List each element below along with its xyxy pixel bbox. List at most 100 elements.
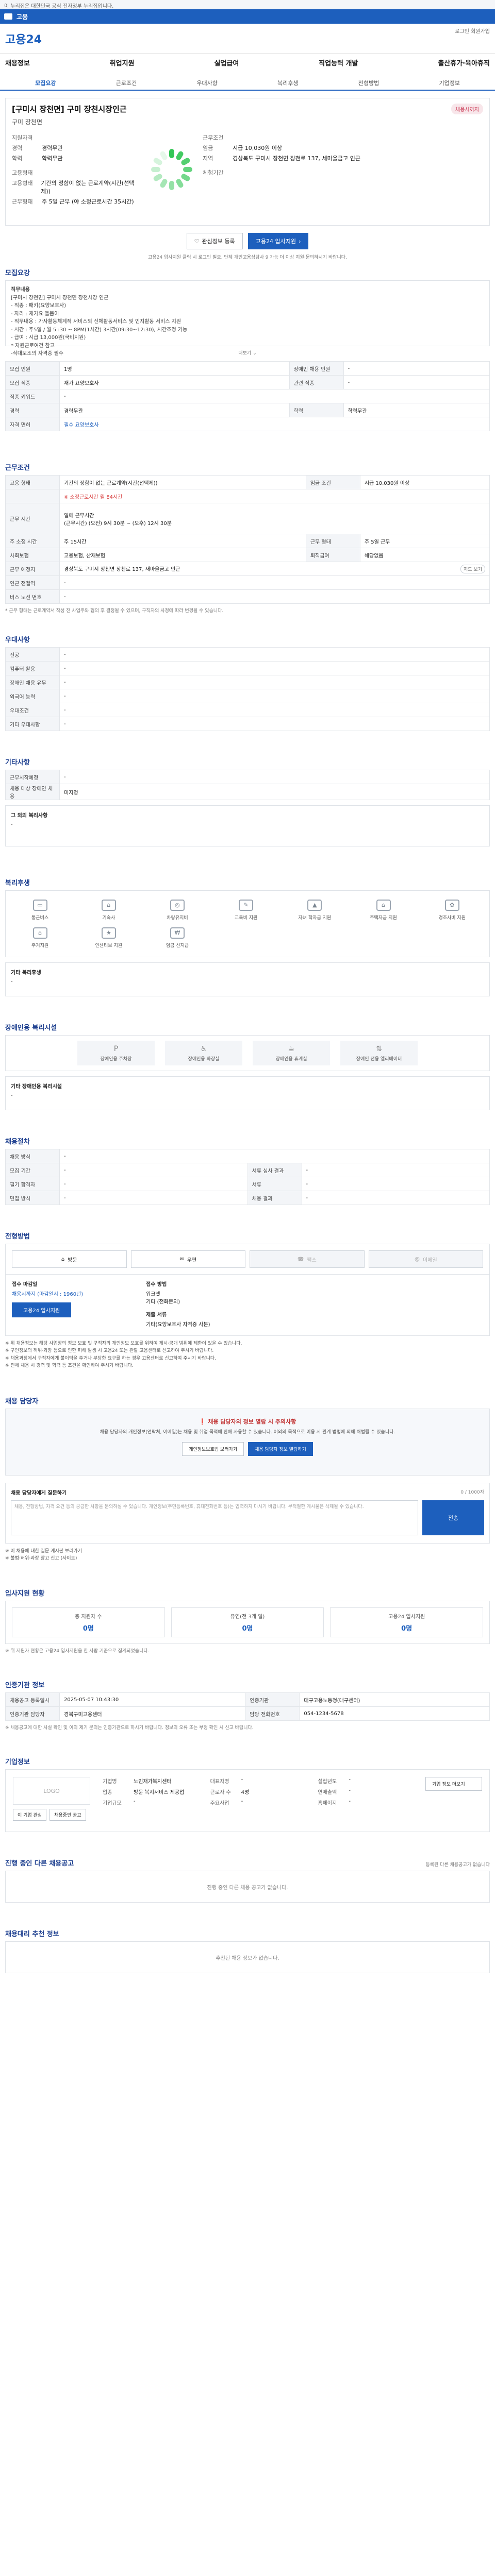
cell-key: 컴퓨터 활용: [5, 661, 60, 675]
info-value: -: [349, 1777, 351, 1783]
desc-line: * 자원근로여건 참고: [11, 343, 55, 349]
tab-corp[interactable]: 기업정보: [409, 77, 490, 90]
job-summary-card: [구미시 장천면] 구미 장천시장인근 채용시까지 구미 장천면 지원자격 경력…: [5, 98, 490, 226]
site-logo[interactable]: 고용24: [5, 30, 42, 47]
deadline-value: 채용시까지 (마감일시 : 1960년): [12, 1292, 84, 1297]
cell-key: 채용공고 등록일시: [5, 1692, 60, 1707]
home-icon: ⌂: [376, 899, 391, 911]
elevator-icon: ⇅: [376, 1044, 382, 1053]
benefit-item: ✎ 교육비 지원: [212, 896, 280, 924]
view-contact-button[interactable]: 채용 담당자 정보 열람하기: [248, 1442, 313, 1456]
section-title: 전형방법: [5, 1233, 30, 1241]
tab-benefit[interactable]: 복리후생: [248, 77, 328, 90]
map-button[interactable]: 지도 보기: [460, 564, 485, 573]
cell-key: 외국어 능력: [5, 689, 60, 703]
benefit-list: ▭ 통근버스 ⌂ 기숙사 ◎ 차량유지비 ✎ 교육비 지원 ▲ 자녀 학자금 지원 ⌂ 주택…: [5, 890, 490, 957]
work-note: * 근무 형태는 근로계약서 작성 전 사업주와 협의 후 결정될 수 있으며,…: [5, 608, 224, 614]
agency-table: 채용공고 등록일시 2025-05-07 10:43:30 인증기관 대구고용노동청(…: [5, 1692, 490, 1721]
cell-value: -: [59, 770, 490, 784]
fax-icon: ☎: [297, 1256, 304, 1262]
info-value: -: [349, 1788, 351, 1794]
stat-value: 0명: [82, 1625, 94, 1633]
info-key: 대표자명: [210, 1779, 229, 1785]
lounge-icon: ☕: [288, 1044, 295, 1053]
stat-label: 유연(전 3개 일): [230, 1614, 265, 1620]
auth-links[interactable]: 로그인 회원가입: [455, 27, 490, 35]
cell-value: -: [59, 1149, 490, 1163]
benefit-label: 차량유지비: [167, 915, 188, 921]
disabled-other-box: 기타 장애인용 복리시설 -: [5, 1076, 490, 1110]
parking-icon: P: [113, 1044, 119, 1053]
menu-item[interactable]: 직업능력 개발: [319, 58, 358, 77]
company-name: 구미 장천면: [12, 118, 43, 126]
apply-online-button[interactable]: 고용24 입사지원: [12, 1302, 72, 1317]
section-title: 채용대리 추천 정보: [5, 1930, 59, 1939]
benefit-label: 통근버스: [31, 915, 49, 921]
section-title: 인증기관 정보: [5, 1682, 45, 1690]
benefit-item: ▭ 통근버스: [6, 896, 74, 924]
incentive-icon: ★: [101, 927, 116, 939]
tab-method[interactable]: 전형방법: [328, 77, 409, 90]
char-count: 0 / 1000자: [460, 1489, 484, 1495]
note-line[interactable]: ※ 이 채용에 대한 질문 게시판 보러가기: [5, 1548, 490, 1555]
box-label: 기타 장애인용 복리시설: [11, 1084, 62, 1090]
info-key: 기업규모: [103, 1801, 122, 1807]
deadline-badge: 채용시까지: [451, 104, 483, 114]
scrap-button[interactable]: ♡ 관심정보 등록: [186, 233, 243, 249]
kv-value: 시급 10,030원 이상: [233, 145, 283, 151]
cell-value: 해당없음: [359, 548, 490, 562]
send-button[interactable]: 전송: [422, 1500, 484, 1535]
bus-icon: ▭: [32, 899, 47, 911]
cell-key: 모집 직종: [5, 375, 60, 389]
facility-item: ⇅ 장애인 전용 엘리베이터: [340, 1041, 418, 1065]
company-jobs-button[interactable]: 채용중인 공고: [50, 1809, 86, 1821]
cell-key: 장애인 채용 인원: [289, 361, 344, 376]
menu-item[interactable]: 채용정보: [5, 58, 30, 77]
stat-item: 고용24 입사지원 0명: [330, 1607, 484, 1638]
cell-value: -: [59, 661, 490, 675]
cell-key: 모집 인원: [5, 361, 60, 376]
job-qualification: 지원자격 경력 경력무관 학력 학력무관 고용형태 고용형태 기간의 정함이 없는 근…: [12, 131, 141, 208]
method-label: 방문: [68, 1257, 77, 1263]
benefit-label: 임금 선지급: [166, 943, 189, 948]
apply-label: 고용24 입사지원: [255, 238, 296, 245]
menu-item[interactable]: 출산휴가·육아휴직: [438, 58, 490, 77]
tab-recruit[interactable]: 모집요강: [5, 77, 86, 90]
favorite-company-button[interactable]: 이 기업 관심: [13, 1809, 47, 1821]
company-more-button[interactable]: 기업 정보 더보기: [425, 1777, 483, 1791]
etc-table: 근무시작예정 - 채용 대상 장애인 채용 미지정: [5, 770, 490, 800]
cell-value: -: [59, 575, 490, 590]
cell-value: -: [59, 703, 490, 717]
info-value: -: [241, 1799, 243, 1805]
more-button[interactable]: 더보기 ⌄: [5, 349, 490, 356]
facility-item: ☕ 장애인용 휴게실: [253, 1041, 330, 1065]
gov-bar: 고용: [0, 9, 495, 24]
benefit-item: ▲ 자녀 학자금 지원: [280, 896, 349, 924]
method-label: 이메일: [422, 1257, 437, 1263]
privacy-law-button[interactable]: 개인정보보호법 보러가기: [182, 1442, 244, 1456]
kv-value: 경력무관: [42, 145, 63, 151]
method-fax: ☎ 팩스: [250, 1250, 365, 1268]
note-line[interactable]: ※ 불법·허위·과장 광고 신고 (사이트): [5, 1555, 490, 1562]
info-value: 4명: [241, 1790, 250, 1796]
menu-item[interactable]: 실업급여: [214, 58, 239, 77]
cell-key: 퇴직급여: [305, 548, 360, 562]
benefit-item: ⌂ 주택자금 지원: [349, 896, 418, 924]
cell-key: 장애인 채용 유무: [5, 675, 60, 689]
address: 경상북도 구미시 장천면 장천로 137, 새마을금고 인근: [64, 566, 180, 572]
section-title: 입사지원 현황: [5, 1590, 45, 1598]
mail-icon: ✉: [179, 1256, 184, 1262]
chevron-down-icon: ⌄: [253, 351, 257, 356]
method-email: @ 이메일: [368, 1250, 483, 1268]
tab-work[interactable]: 근로조건: [86, 77, 167, 90]
tab-pref[interactable]: 우대사항: [167, 77, 248, 90]
cell-value: -: [301, 1177, 490, 1191]
benefit-label: 자녀 학자금 지원: [298, 915, 332, 921]
kv-value: 기간의 정함이 없는 근로계약(시간(선택제)): [41, 180, 135, 195]
menu-item[interactable]: 취업지원: [110, 58, 135, 77]
cell-key: 필기 합격자: [5, 1177, 60, 1191]
section-tabs: 모집요강 근로조건 우대사항 복리후생 전형방법 기업정보: [0, 77, 495, 91]
apply-button[interactable]: 고용24 입사지원 ›: [248, 233, 309, 249]
section-title: 기타사항: [5, 759, 30, 767]
question-input[interactable]: 채용, 전형방법, 자격 요건 등의 궁금한 사항을 문의하실 수 있습니다. …: [11, 1500, 418, 1535]
